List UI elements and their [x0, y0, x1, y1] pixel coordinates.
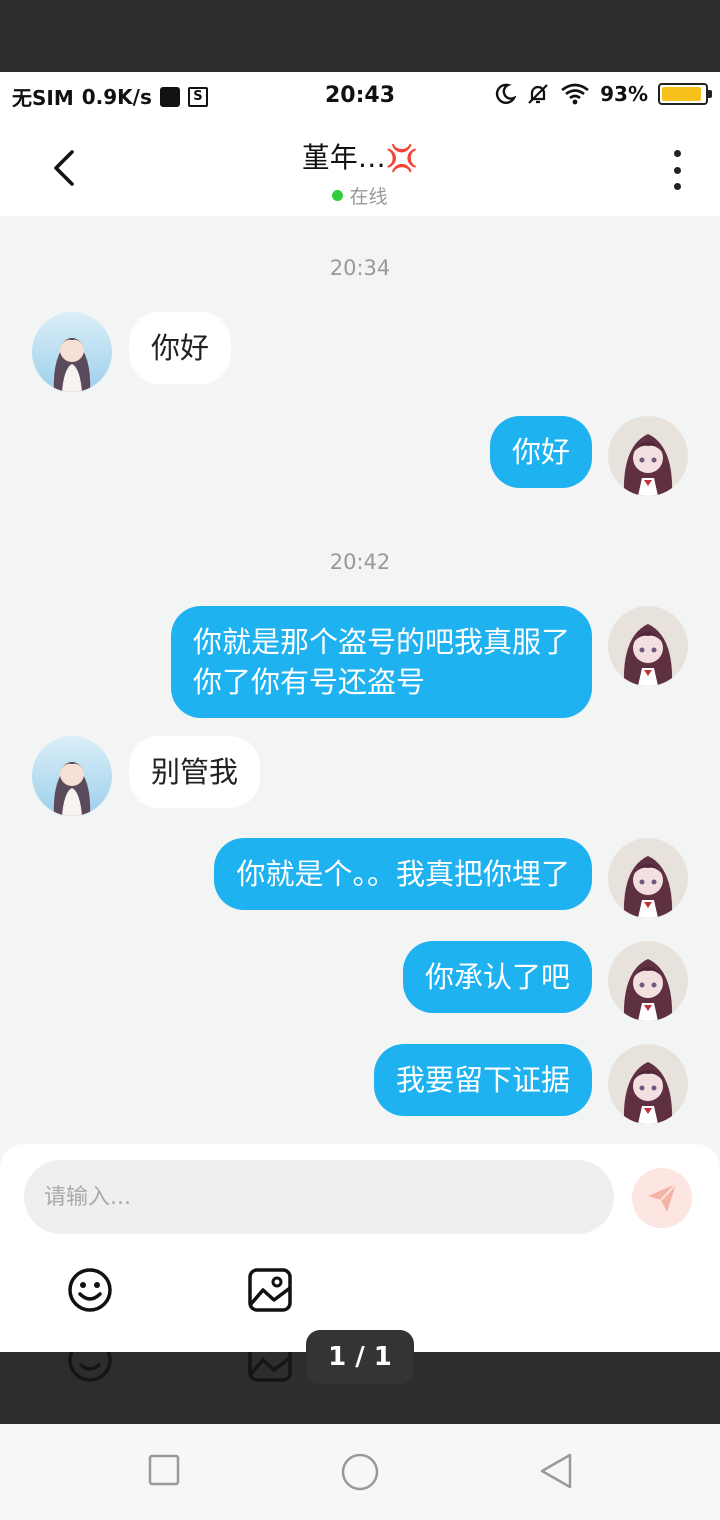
user-avatar[interactable]: [608, 838, 688, 918]
message-input[interactable]: [24, 1160, 614, 1234]
emoji-ghost-icon: [68, 1352, 112, 1382]
online-status: 在线: [332, 182, 388, 209]
emoji-icon[interactable]: [66, 1266, 114, 1314]
timestamp: 20:34: [329, 256, 391, 280]
system-nav-bar: [0, 1424, 720, 1520]
back-triangle-icon[interactable]: [538, 1452, 574, 1490]
contact-avatar[interactable]: [32, 736, 112, 816]
user-avatar[interactable]: [608, 416, 688, 496]
contact-avatar[interactable]: [32, 312, 112, 392]
more-options-icon[interactable]: [672, 150, 682, 190]
user-avatar[interactable]: [608, 606, 688, 686]
status-bar: 无SIM 0.9K/s S 20:43 93%: [0, 72, 720, 120]
moon-icon: [496, 83, 517, 104]
online-dot: [332, 190, 344, 201]
page-indicator: 1 / 1: [306, 1330, 414, 1384]
recents-square-icon[interactable]: [148, 1454, 180, 1486]
user-avatar[interactable]: [608, 941, 688, 1021]
message-bubble[interactable]: 你就是个。。我真把你埋了: [214, 838, 592, 910]
battery-icon: [658, 83, 712, 105]
wifi-icon: [561, 83, 589, 105]
message-bubble[interactable]: 你好: [489, 416, 592, 488]
contact-name: 堇年…💢: [0, 136, 720, 176]
anger-emoji: 💢: [385, 144, 419, 174]
chat-header: 堇年…💢 在线: [0, 120, 720, 216]
user-avatar[interactable]: [608, 1044, 688, 1124]
timestamp: 20:42: [329, 550, 391, 574]
composer-panel: [0, 1144, 720, 1352]
send-icon: [648, 1183, 677, 1212]
message-bubble[interactable]: 你就是那个盗号的吧我真服了 你了你有号还盗号: [170, 606, 592, 718]
message-bubble[interactable]: 我要留下证据: [373, 1044, 592, 1116]
message-bubble[interactable]: 别管我: [129, 736, 261, 808]
image-ghost-icon: [248, 1352, 292, 1382]
send-button[interactable]: [632, 1168, 692, 1228]
message-bubble[interactable]: 你承认了吧: [402, 941, 592, 1013]
mute-bell-icon: [528, 84, 548, 104]
home-circle-icon[interactable]: [340, 1452, 380, 1492]
image-icon[interactable]: [246, 1266, 294, 1314]
top-letterbox: [0, 0, 720, 72]
battery-percent: 93%: [600, 82, 648, 106]
contact-name-text: 堇年…: [301, 141, 386, 174]
online-status-text: 在线: [349, 186, 388, 208]
chat-screen: 无SIM 0.9K/s S 20:43 93% 堇年…💢 在线 20:34 你好…: [0, 72, 720, 1352]
message-bubble[interactable]: 你好: [129, 312, 232, 384]
